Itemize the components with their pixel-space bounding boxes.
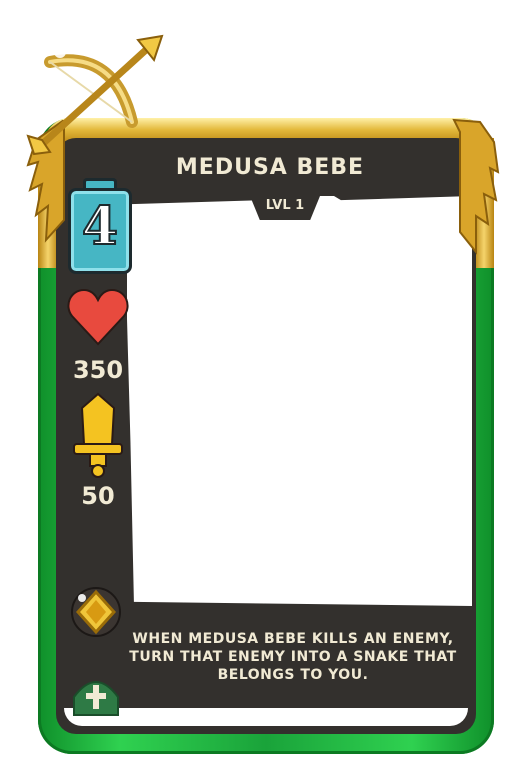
sword-icon <box>73 392 123 478</box>
right-wing-icon <box>452 118 500 255</box>
bow-and-arrow-icon <box>26 34 164 156</box>
gem-icon <box>71 587 121 637</box>
card-footer-strip <box>64 708 468 726</box>
card-art-slot <box>127 196 472 606</box>
mana-cost: 4 <box>81 195 119 258</box>
card-level: LVL 1 <box>265 198 305 213</box>
card-name: MEDUSA BEBE <box>175 155 365 180</box>
game-card[interactable]: MEDUSA BEBE LVL 1 4 350 50 WHEN MEDUSA B… <box>0 0 526 769</box>
bishop-mitre-icon <box>73 681 119 716</box>
attack-value: 50 <box>81 482 115 510</box>
health-value: 350 <box>72 356 124 384</box>
ability-description: WHEN MEDUSA BEBE KILLS AN ENEMY, TURN TH… <box>129 631 457 683</box>
heart-icon <box>67 288 129 346</box>
